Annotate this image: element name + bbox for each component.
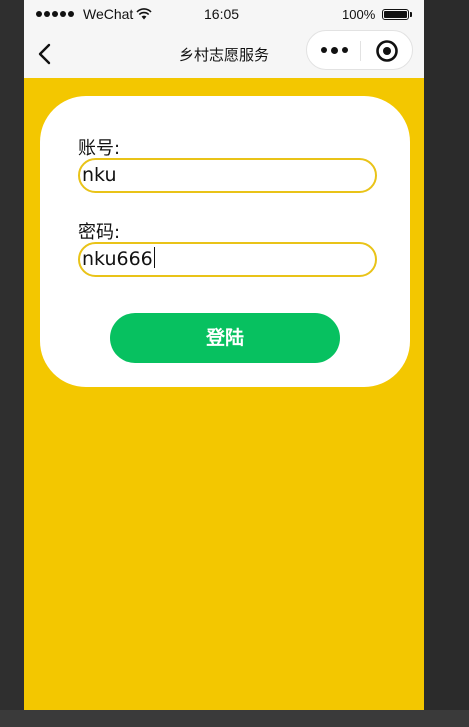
mini-program-close-icon[interactable] bbox=[375, 39, 399, 63]
login-button[interactable]: 登陆 bbox=[110, 313, 340, 363]
text-caret bbox=[153, 247, 155, 268]
battery-percent: 100% bbox=[342, 7, 376, 22]
capsule-divider bbox=[360, 41, 361, 61]
battery-icon bbox=[382, 9, 409, 20]
signal-dots-icon bbox=[36, 11, 74, 17]
more-dots-icon[interactable] bbox=[321, 43, 351, 57]
password-input[interactable]: nku666 bbox=[78, 242, 377, 277]
nav-bar: 乡村志愿服务 bbox=[24, 30, 424, 78]
account-input[interactable]: nku bbox=[78, 158, 377, 193]
account-label: 账号: bbox=[78, 138, 121, 159]
phone-screen: WeChat 16:05 100% 乡村志愿服务 账号: nku 密码: nku… bbox=[24, 0, 424, 710]
password-value: nku666 bbox=[82, 248, 153, 270]
mini-program-capsule bbox=[306, 30, 413, 70]
window-edge-right bbox=[424, 0, 469, 727]
battery-tip bbox=[410, 12, 412, 17]
wifi-icon bbox=[136, 8, 152, 20]
window-edge-bottom bbox=[0, 710, 469, 727]
login-card: 账号: nku 密码: nku666 登陆 bbox=[40, 96, 410, 387]
account-value: nku bbox=[82, 164, 117, 186]
status-bar: WeChat 16:05 100% bbox=[24, 0, 424, 30]
carrier-name: WeChat bbox=[83, 6, 134, 22]
status-time: 16:05 bbox=[204, 6, 240, 22]
password-label: 密码: bbox=[78, 222, 121, 243]
